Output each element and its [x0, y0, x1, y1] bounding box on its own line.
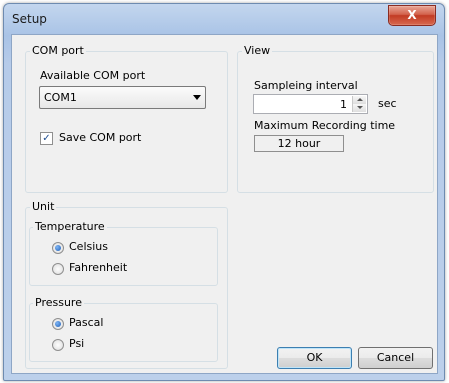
title-bar[interactable]: Setup X: [4, 4, 444, 34]
sampling-interval-label: Sampleing interval: [254, 79, 358, 92]
sampling-interval-unit: sec: [378, 97, 397, 110]
pressure-group-title: Pressure: [33, 296, 84, 310]
unit-group-title: Unit: [30, 200, 57, 214]
temperature-group-title: Temperature: [33, 220, 107, 234]
pascal-label[interactable]: Pascal: [69, 316, 103, 329]
com-port-group-title: COM port: [30, 44, 86, 58]
psi-label[interactable]: Psi: [69, 337, 84, 350]
fahrenheit-radio[interactable]: [52, 263, 64, 275]
chevron-down-icon: [193, 95, 201, 100]
pressure-group: Pressure Pascal Psi: [29, 296, 218, 362]
dialog-body: COM port Available COM port COM1 ✓ Save …: [11, 34, 438, 374]
close-icon: X: [407, 8, 417, 22]
ok-button[interactable]: OK: [277, 347, 352, 369]
celsius-label[interactable]: Celsius: [69, 240, 108, 253]
fahrenheit-label[interactable]: Fahrenheit: [69, 261, 127, 274]
pascal-radio[interactable]: [52, 318, 64, 330]
sampling-interval-spinner: [352, 96, 366, 112]
celsius-radio[interactable]: [52, 242, 64, 254]
max-recording-time-value: 12 hour: [254, 135, 344, 152]
view-group-title: View: [242, 44, 273, 58]
sampling-interval-input[interactable]: 1: [253, 94, 368, 114]
setup-dialog: Setup X COM port Available COM port COM1…: [3, 3, 445, 381]
unit-group: Unit Temperature Celsius Fahrenheit Pres…: [25, 200, 228, 369]
available-com-port-label: Available COM port: [40, 69, 146, 82]
spin-down-icon[interactable]: [353, 104, 366, 112]
psi-radio[interactable]: [52, 339, 64, 351]
view-group: View Sampleing interval 1 sec Maximum Re…: [237, 44, 434, 193]
temperature-group: Temperature Celsius Fahrenheit: [29, 220, 218, 286]
max-recording-time-label: Maximum Recording time: [254, 119, 396, 132]
save-com-port-checkbox[interactable]: ✓: [40, 132, 53, 145]
cancel-button[interactable]: Cancel: [358, 347, 433, 369]
com-port-selected-value: COM1: [44, 91, 77, 104]
save-com-port-label[interactable]: Save COM port: [59, 131, 141, 144]
sampling-interval-value: 1: [340, 98, 347, 111]
close-button[interactable]: X: [388, 5, 436, 26]
com-port-select[interactable]: COM1: [39, 86, 206, 109]
window-title: Setup: [12, 12, 47, 26]
com-port-group: COM port Available COM port COM1 ✓ Save …: [25, 44, 228, 193]
